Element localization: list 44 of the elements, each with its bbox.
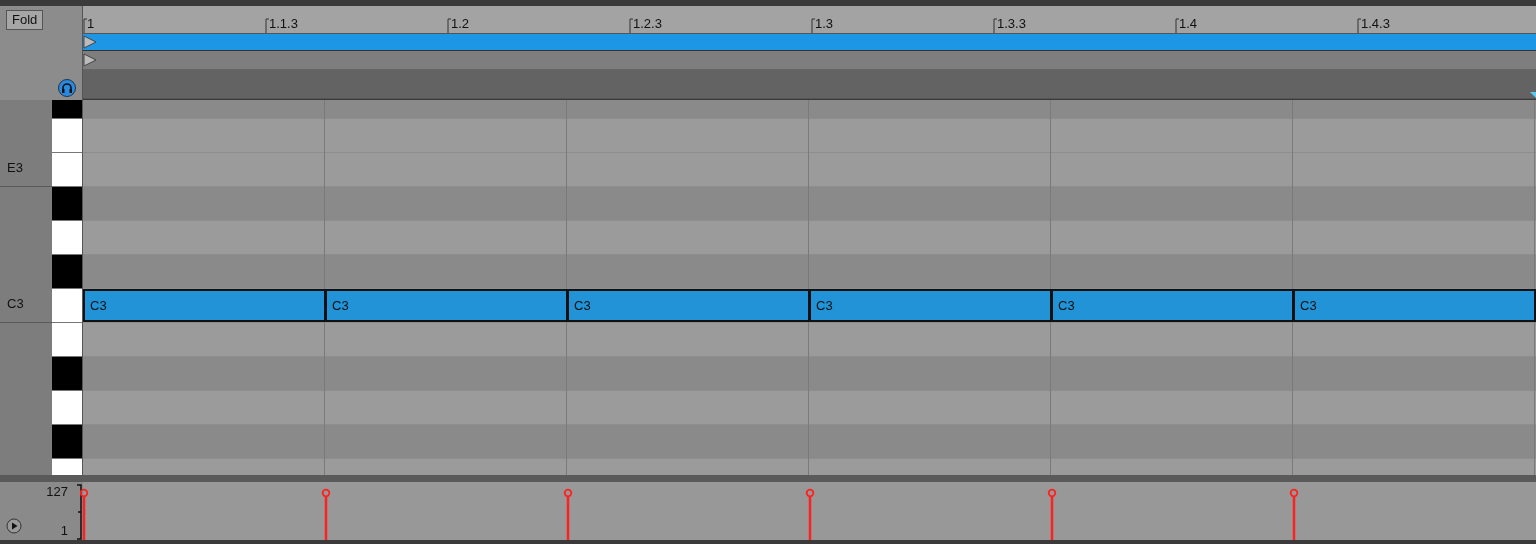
- ruler-tick: [1357, 18, 1361, 33]
- velocity-max-label: 127: [46, 483, 68, 501]
- sharp-key[interactable]: [52, 425, 82, 459]
- start-marker-icon[interactable]: [83, 53, 97, 67]
- natural-key[interactable]: [52, 289, 82, 323]
- ruler-tick: [811, 18, 815, 33]
- ruler-tick: [1175, 18, 1179, 33]
- midi-note[interactable]: C3: [1051, 289, 1294, 322]
- ruler-label: 1.3: [815, 16, 834, 32]
- midi-note[interactable]: C3: [83, 289, 326, 322]
- octave-label: E3: [7, 158, 23, 177]
- fold-button[interactable]: Fold: [6, 10, 44, 30]
- midi-note[interactable]: C3: [809, 289, 1052, 322]
- ruler-tick: [629, 18, 633, 33]
- midi-note[interactable]: C3: [1293, 289, 1536, 322]
- sharp-key[interactable]: [52, 187, 82, 221]
- velocity-scale: [77, 484, 83, 540]
- octave-label: C3: [7, 294, 24, 313]
- midi-note[interactable]: C3: [567, 289, 810, 322]
- ruler-label: 1.2: [451, 16, 470, 32]
- natural-key[interactable]: [52, 323, 82, 357]
- ruler-tick: [265, 18, 269, 33]
- ruler-tick: [993, 18, 997, 33]
- ruler-label: 1.2.3: [633, 16, 662, 32]
- velocity-stem[interactable]: [79, 488, 89, 540]
- natural-key[interactable]: [52, 391, 82, 425]
- loop-bar[interactable]: [83, 34, 1536, 51]
- natural-key[interactable]: [52, 119, 82, 153]
- ruler-label: 1.4: [1179, 16, 1198, 32]
- ruler-label: 1.1.3: [269, 16, 298, 32]
- ruler-tick: [447, 18, 451, 33]
- ruler-label: 1: [87, 16, 95, 32]
- ruler-label: 1.4.3: [1361, 16, 1390, 32]
- sharp-key[interactable]: [52, 357, 82, 391]
- midi-note[interactable]: C3: [325, 289, 568, 322]
- play-icon[interactable]: [6, 518, 22, 534]
- sharp-key[interactable]: [52, 255, 82, 289]
- natural-key[interactable]: [52, 221, 82, 255]
- ruler-label: 1.3.3: [997, 16, 1026, 32]
- ruler-tick: [83, 18, 87, 33]
- natural-key[interactable]: [52, 153, 82, 187]
- headphones-icon[interactable]: [58, 79, 76, 97]
- velocity-min-label: 1: [60, 521, 68, 540]
- end-marker-icon[interactable]: [1530, 92, 1536, 98]
